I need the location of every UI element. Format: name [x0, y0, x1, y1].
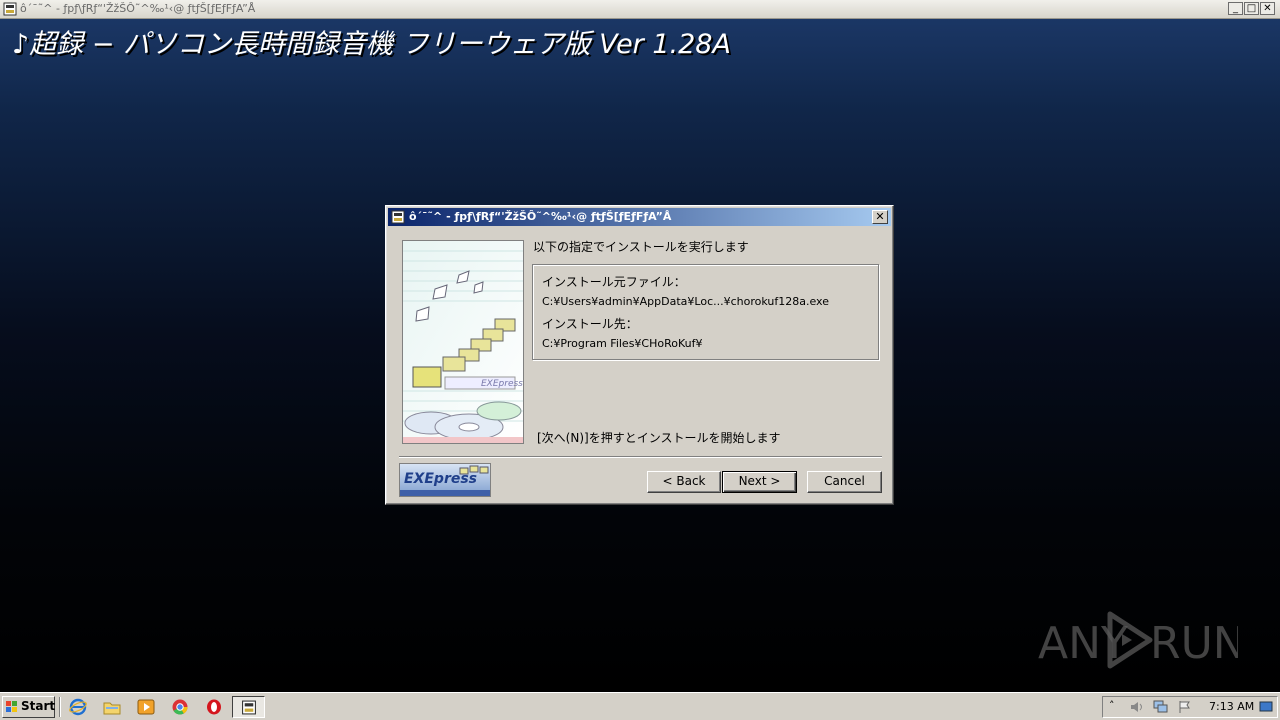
folder-icon[interactable] — [102, 698, 122, 716]
opera-icon[interactable] — [204, 698, 224, 716]
app-icon — [3, 2, 17, 16]
ie-icon[interactable] — [68, 698, 88, 716]
anyrun-watermark: ANY RUN — [1038, 608, 1246, 672]
cancel-button[interactable]: Cancel — [807, 471, 882, 493]
dialog-separator — [399, 456, 882, 458]
start-button[interactable]: Start — [2, 696, 55, 718]
start-install-note: [次へ(N)]を押すとインストールを開始します — [537, 431, 781, 445]
outer-titlebar[interactable]: ô´¯˜^ - ƒpƒ\ƒRƒ“'ŽžŠÔ˜^‰¹‹@ ƒtƒŠ[ƒEƒFƒA”… — [0, 0, 1280, 19]
dialog-close-button[interactable]: ✕ — [872, 210, 888, 224]
instruction-text: 以下の指定でインストールを実行します — [533, 240, 749, 254]
system-tray: ˄ 7:13 AM — [1102, 696, 1278, 718]
taskbar-separator — [59, 697, 61, 717]
destination-path: C:¥Program Files¥CHoRoKuf¥ — [542, 337, 703, 350]
close-button[interactable]: ✕ — [1260, 2, 1275, 15]
windows-logo-icon — [6, 701, 17, 712]
tray-expand-icon[interactable]: ˄ — [1109, 699, 1115, 712]
clock[interactable]: 7:13 AM — [1209, 700, 1254, 713]
dialog-titlebar[interactable]: ô´¯˜^ - ƒpƒ\ƒRƒ“'ŽžŠÔ˜^‰¹‹@ ƒtƒŠ[ƒEƒFƒA”… — [388, 208, 891, 226]
show-desktop-icon[interactable] — [1259, 701, 1273, 713]
installer-side-graphic: EXEpress — [402, 240, 524, 444]
source-file-path: C:¥Users¥admin¥AppData¥Loc...¥chorokuf12… — [542, 295, 829, 308]
app-heading: ♪超録 − パソコン長時間録音機 フリーウェア版 Ver 1.28A — [12, 29, 731, 60]
dialog-app-icon — [391, 210, 405, 224]
installer-window: ô´¯˜^ - ƒpƒ\ƒRƒ“'ŽžŠÔ˜^‰¹‹@ ƒtƒŠ[ƒEƒFƒA”… — [0, 0, 1280, 692]
outer-window-title: ô´¯˜^ - ƒpƒ\ƒRƒ“'ŽžŠÔ˜^‰¹‹@ ƒtƒŠ[ƒEƒFƒA”… — [20, 2, 256, 15]
taskbar-installer-app[interactable] — [232, 696, 265, 718]
start-label: Start — [21, 699, 56, 713]
install-info-box: インストール元ファイル： C:¥Users¥admin¥AppData¥Loc.… — [532, 264, 879, 360]
install-dialog: ô´¯˜^ - ƒpƒ\ƒRƒ“'ŽžŠÔ˜^‰¹‹@ ƒtƒŠ[ƒEƒFƒA”… — [385, 205, 894, 505]
svg-text:EXEpress: EXEpress — [481, 379, 523, 389]
volume-icon[interactable] — [1129, 700, 1145, 714]
exepress-logo-text: EXEpress — [404, 471, 478, 487]
exepress-logo: EXEpress — [399, 463, 491, 497]
minimize-button[interactable]: _ — [1228, 2, 1243, 15]
back-button[interactable]: < Back — [647, 471, 721, 493]
source-file-label: インストール元ファイル： — [542, 275, 686, 289]
svg-text:RUN: RUN — [1150, 618, 1238, 669]
action-center-flag-icon[interactable] — [1177, 700, 1193, 714]
installer-app-icon — [242, 700, 256, 715]
maximize-button[interactable]: □ — [1244, 2, 1259, 15]
next-button[interactable]: Next > — [722, 471, 797, 493]
chrome-icon[interactable] — [170, 698, 190, 716]
taskbar: Start ˄ 7:13 AM — [0, 692, 1280, 720]
destination-label: インストール先： — [542, 317, 638, 331]
media-player-icon[interactable] — [136, 698, 156, 716]
dialog-title: ô´¯˜^ - ƒpƒ\ƒRƒ“'ŽžŠÔ˜^‰¹‹@ ƒtƒŠ[ƒEƒFƒA”… — [409, 210, 672, 223]
network-icon[interactable] — [1153, 700, 1169, 714]
